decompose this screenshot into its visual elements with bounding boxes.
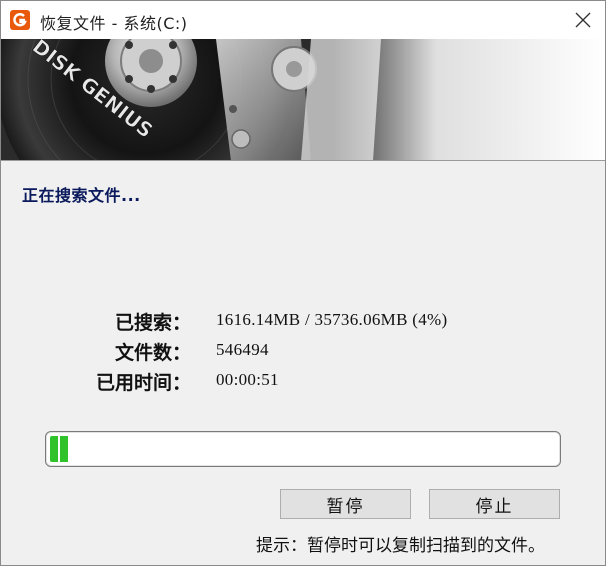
- file-count-label: 文件数：: [114, 342, 191, 364]
- title-bar[interactable]: 恢复文件 - 系统(C:): [1, 1, 605, 39]
- pause-button[interactable]: 暂停: [280, 489, 411, 519]
- close-icon: [575, 12, 591, 28]
- hint-text: 提示：暂停时可以复制扫描到的文件。: [256, 536, 545, 556]
- searched-row: 已搜索： 1616.14MB / 35736.06MB (4%): [1, 308, 605, 334]
- file-count-row: 文件数： 546494: [1, 338, 605, 364]
- hard-disk-banner: DISK GENIUS: [1, 39, 605, 161]
- status-label: 正在搜索文件...: [22, 186, 141, 205]
- banner-divider: [1, 160, 605, 161]
- elapsed-time-row: 已用时间： 00:00:51: [1, 368, 605, 394]
- progress-fill: [50, 436, 70, 462]
- search-progress-bar: [45, 431, 561, 467]
- searched-label: 已搜索：: [114, 312, 191, 334]
- searched-value: 1616.14MB / 35736.06MB (4%): [216, 310, 448, 329]
- diskgenius-app-icon: [10, 10, 30, 30]
- elapsed-time-label: 已用时间：: [95, 372, 191, 394]
- close-button[interactable]: [567, 4, 599, 36]
- elapsed-time-value: 00:00:51: [216, 370, 279, 389]
- stop-button[interactable]: 停止: [429, 489, 560, 519]
- window-title: 恢复文件 - 系统(C:): [40, 14, 188, 33]
- recover-files-dialog: 恢复文件 - 系统(C:) 正在搜索文件... 已搜索： 1616.14MB /…: [0, 0, 606, 566]
- file-count-value: 546494: [216, 340, 269, 359]
